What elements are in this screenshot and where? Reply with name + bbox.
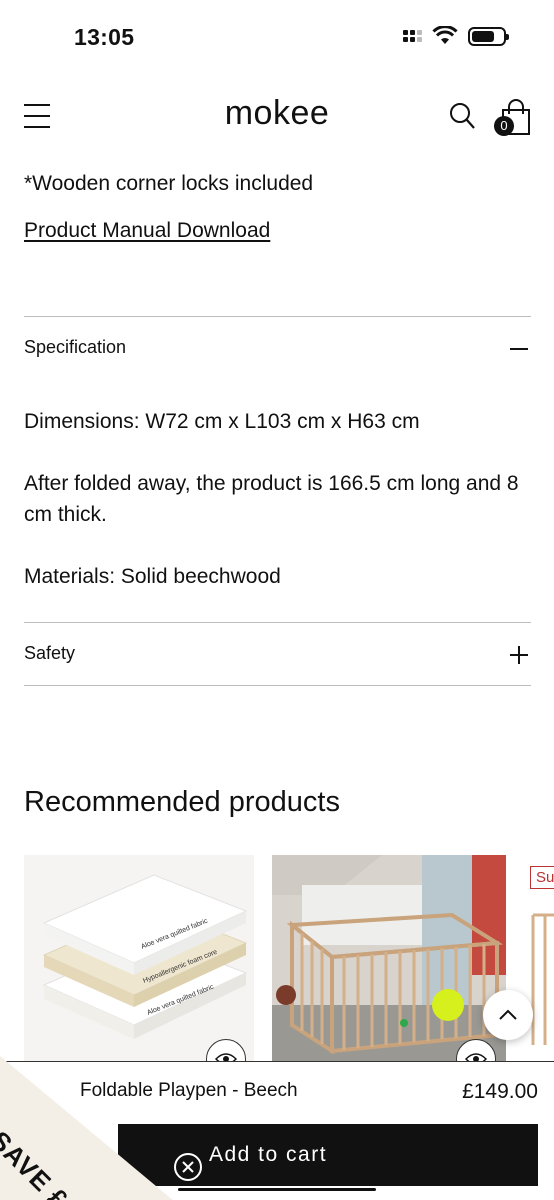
product-card-playpen[interactable] <box>272 855 506 1061</box>
cart-button[interactable]: 0 <box>494 98 532 138</box>
recommended-title: Recommended products <box>24 786 340 818</box>
product-manual-link[interactable]: Product Manual Download <box>24 219 270 243</box>
expand-plus-icon[interactable] <box>510 646 528 664</box>
corner-locks-note: *Wooden corner locks included <box>24 172 314 195</box>
site-header: mokee 0 <box>0 90 554 144</box>
divider <box>24 685 531 686</box>
chevron-up-icon <box>499 1009 517 1020</box>
status-time: 13:05 <box>74 24 135 50</box>
status-icons <box>403 26 509 46</box>
collapse-minus-icon[interactable] <box>510 340 528 358</box>
playpen-image <box>272 855 506 1061</box>
wifi-icon <box>432 26 458 44</box>
accordion-safety-title[interactable]: Safety <box>24 643 75 664</box>
close-save-badge-button[interactable] <box>174 1153 202 1181</box>
spec-dimensions: Dimensions: W72 cm x L103 cm x H63 cm <box>24 410 420 433</box>
eye-icon <box>465 1053 487 1061</box>
search-icon[interactable] <box>449 102 475 130</box>
cellular-signal-icon <box>403 30 422 42</box>
spec-materials: Materials: Solid beechwood <box>24 565 281 588</box>
spec-folded: After folded away, the product is 166.5 … <box>24 472 519 526</box>
status-bar: 13:05 <box>0 0 554 76</box>
accordion-specification-title[interactable]: Specification <box>24 337 126 358</box>
battery-icon <box>468 26 509 46</box>
sticky-price: £149.00 <box>462 1080 538 1103</box>
cart-count-badge: 0 <box>494 116 514 136</box>
sale-tag: Su <box>530 866 554 889</box>
divider <box>24 622 531 623</box>
divider <box>24 316 531 317</box>
scroll-to-top-button[interactable] <box>483 990 533 1040</box>
close-icon <box>182 1161 194 1173</box>
